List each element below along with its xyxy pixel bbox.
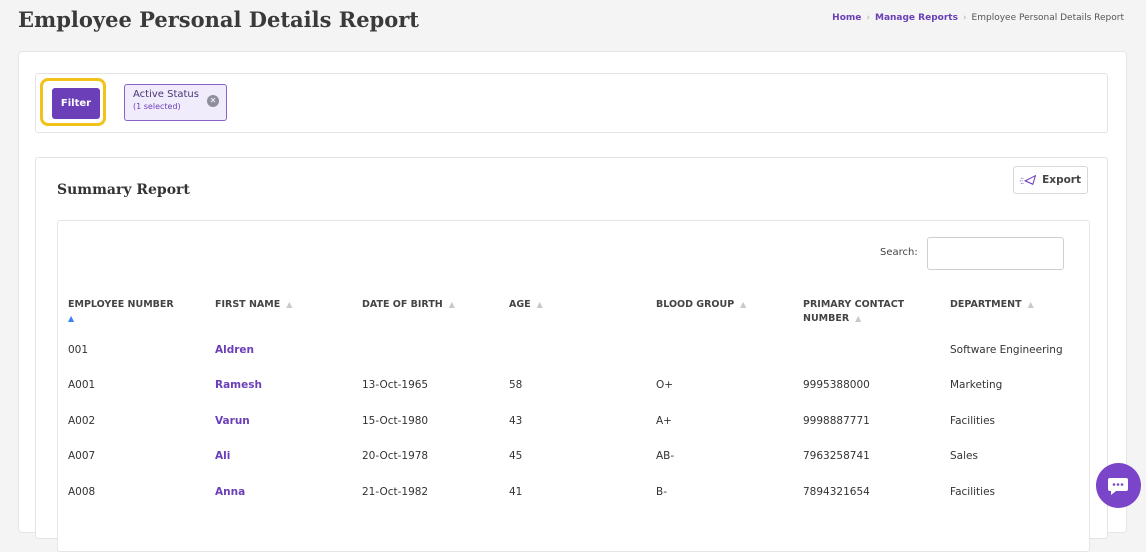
cell-age: 58 (509, 379, 523, 392)
sort-icon: ▲ (740, 300, 747, 309)
cell-age (499, 332, 646, 368)
column-header-date-of-birth[interactable]: DATE OF BIRTH ▲ (352, 292, 499, 332)
chat-icon (1107, 477, 1128, 495)
cell-blood-group: AB- (656, 450, 675, 463)
search-label: Search: (880, 247, 918, 258)
employee-name-link[interactable]: Ramesh (215, 379, 262, 391)
summary-card: Summary Report Export Search: EMPLOYEE N… (35, 157, 1108, 552)
cell-department: Facilities (950, 414, 995, 427)
cell-date-of-birth: 21-Oct-1982 (362, 485, 429, 498)
breadcrumb-manage-reports-link[interactable]: Manage Reports (875, 13, 958, 23)
table-row: A008 Anna 21-Oct-1982 41 B- 7894321654 F… (58, 474, 1089, 510)
cell-contact-number: 9995388000 (803, 379, 870, 392)
employee-name-link[interactable]: Aldren (215, 344, 254, 356)
cell-blood-group: O+ (656, 379, 674, 392)
employee-name-link[interactable]: Anna (215, 486, 245, 498)
column-header-primary-contact-number[interactable]: PRIMARY CONTACT NUMBER ▲ (793, 292, 940, 332)
chevron-right-icon: › (962, 13, 967, 23)
report-card: Filter Active Status (1 selected) ✕ Summ… (18, 51, 1127, 552)
cell-department: Facilities (950, 485, 995, 498)
filter-bar: Filter Active Status (1 selected) ✕ (35, 73, 1108, 133)
cell-date-of-birth (352, 332, 499, 368)
cell-employee-number: A007 (68, 450, 96, 463)
table-row: A002 Varun 15-Oct-1980 43 A+ 9998887771 … (58, 403, 1089, 439)
chevron-right-icon: › (866, 13, 870, 23)
cell-age: 43 (509, 414, 523, 427)
cell-blood-group: B- (656, 485, 667, 498)
search-input[interactable] (927, 237, 1064, 270)
cell-date-of-birth: 20-Oct-1978 (362, 450, 429, 463)
sort-icon: ▲︎ (286, 300, 293, 309)
table-row: A007 Ali 20-Oct-1978 45 AB- 7963258741 S… (58, 439, 1089, 475)
cell-department: Sales (950, 450, 978, 463)
active-status-filter-chip[interactable]: Active Status (1 selected) ✕ (124, 84, 227, 121)
sort-asc-icon: ▲ (68, 314, 75, 323)
export-button[interactable]: Export (1013, 166, 1088, 194)
cell-blood-group: A+ (656, 414, 672, 427)
column-header-first-name[interactable]: FIRST NAME ▲︎ (205, 292, 352, 332)
chip-selected-count: (1 selected) (133, 102, 181, 111)
cell-date-of-birth: 13-Oct-1965 (362, 379, 429, 392)
cell-employee-number: A001 (68, 379, 96, 392)
filter-button[interactable]: Filter (52, 88, 100, 119)
cell-date-of-birth: 15-Oct-1980 (362, 414, 429, 427)
export-label: Export (1042, 174, 1081, 186)
employee-name-link[interactable]: Varun (215, 415, 250, 427)
export-icon (1020, 174, 1037, 185)
table-row: A001 Ramesh 13-Oct-1965 58 O+ 9995388000… (58, 368, 1089, 404)
breadcrumb-home-link[interactable]: Home (832, 13, 861, 23)
cell-contact-number: 7894321654 (803, 485, 870, 498)
cell-employee-number: A008 (68, 485, 96, 498)
cell-contact-number: 7963258741 (803, 450, 870, 463)
employee-table: EMPLOYEE NUMBER ▲ FIRST NAME ▲︎ DATE OF B… (58, 292, 1089, 510)
cell-employee-number: A002 (68, 414, 96, 427)
cell-department: Marketing (950, 379, 1003, 392)
cell-contact-number (793, 332, 940, 368)
summary-title: Summary Report (57, 182, 190, 198)
sort-icon: ▲ (1027, 300, 1034, 309)
cell-age: 41 (509, 485, 523, 498)
employee-name-link[interactable]: Ali (215, 450, 230, 462)
column-header-department[interactable]: DEPARTMENT ▲ (940, 292, 1089, 332)
column-header-age[interactable]: AGE ▲ (499, 292, 646, 332)
cell-department: Software Engineering (950, 343, 1063, 356)
cell-contact-number: 9998887771 (803, 414, 870, 427)
cell-age: 45 (509, 450, 523, 463)
table-header-row: EMPLOYEE NUMBER ▲ FIRST NAME ▲︎ DATE OF B… (58, 292, 1089, 332)
breadcrumb-current: Employee Personal Details Report (971, 13, 1124, 23)
column-header-employee-number[interactable]: EMPLOYEE NUMBER ▲ (58, 292, 205, 332)
column-header-blood-group[interactable]: BLOOD GROUP ▲ (646, 292, 793, 332)
table-container: Search: EMPLOYEE NUMBER ▲ FIRST NAME▲︎ (57, 220, 1090, 552)
close-icon[interactable]: ✕ (207, 95, 219, 107)
cell-employee-number: 001 (68, 343, 89, 356)
sort-icon: ▲ (855, 314, 862, 323)
chat-support-button[interactable] (1096, 463, 1141, 508)
cell-blood-group (646, 332, 793, 368)
table-row: 001 Aldren Software Engineering (58, 332, 1089, 368)
breadcrumb: Home › Manage Reports › Employee Persona… (832, 13, 1124, 23)
page-title: Employee Personal Details Report (18, 7, 420, 32)
chip-label: Active Status (133, 89, 199, 100)
sort-icon: ▲ (448, 300, 455, 309)
sort-icon: ▲ (536, 300, 543, 309)
